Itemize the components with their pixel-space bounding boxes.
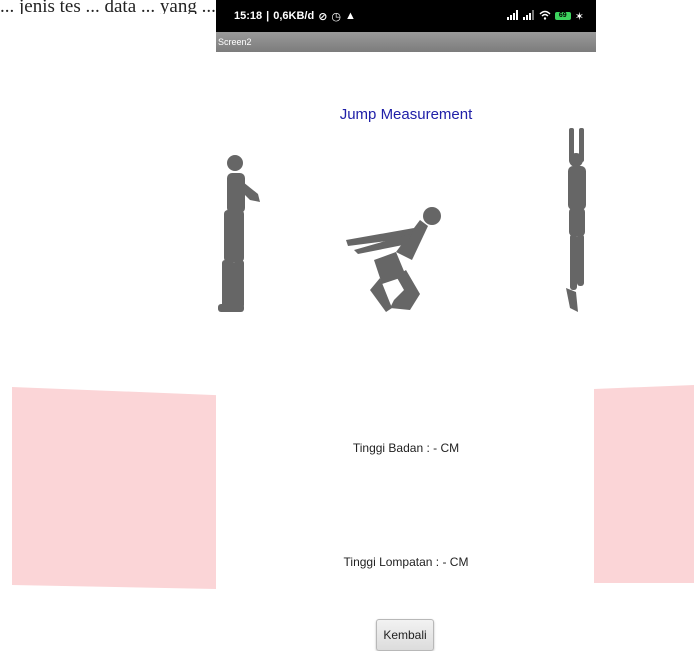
- tinggi-lompatan-label: Tinggi Lompatan : - CM: [343, 555, 469, 569]
- status-separator: |: [266, 10, 270, 22]
- jumping-figure: [566, 128, 586, 312]
- wifi-icon: [539, 10, 551, 23]
- screen-title: Screen2: [216, 32, 596, 52]
- kembali-button[interactable]: Kembali: [376, 619, 434, 651]
- charging-icon: ✶: [574, 10, 584, 23]
- tinggi-badan-label: Tinggi Badan : - CM: [352, 441, 460, 455]
- battery-icon: 69: [554, 12, 571, 20]
- left-side-panel: [12, 387, 216, 589]
- signal-icon: [522, 9, 535, 23]
- jump-illustration: [218, 128, 586, 312]
- standing-figure: [218, 155, 260, 312]
- status-time: 15:18: [234, 10, 263, 22]
- squatting-figure: [346, 207, 441, 312]
- network-speed: 0,6KB/d: [273, 10, 315, 22]
- signal-icon: [506, 9, 519, 23]
- warning-icon: ▲: [345, 10, 356, 22]
- mute-icon: ⊘: [318, 10, 328, 23]
- status-bar: 15:18 | 0,6KB/d ⊘ ◷ ▲ 69 ✶: [216, 0, 596, 32]
- alarm-icon: ◷: [331, 10, 342, 23]
- phone-screen: 15:18 | 0,6KB/d ⊘ ◷ ▲ 69 ✶ Screen2: [216, 0, 596, 52]
- right-side-panel: [594, 385, 694, 583]
